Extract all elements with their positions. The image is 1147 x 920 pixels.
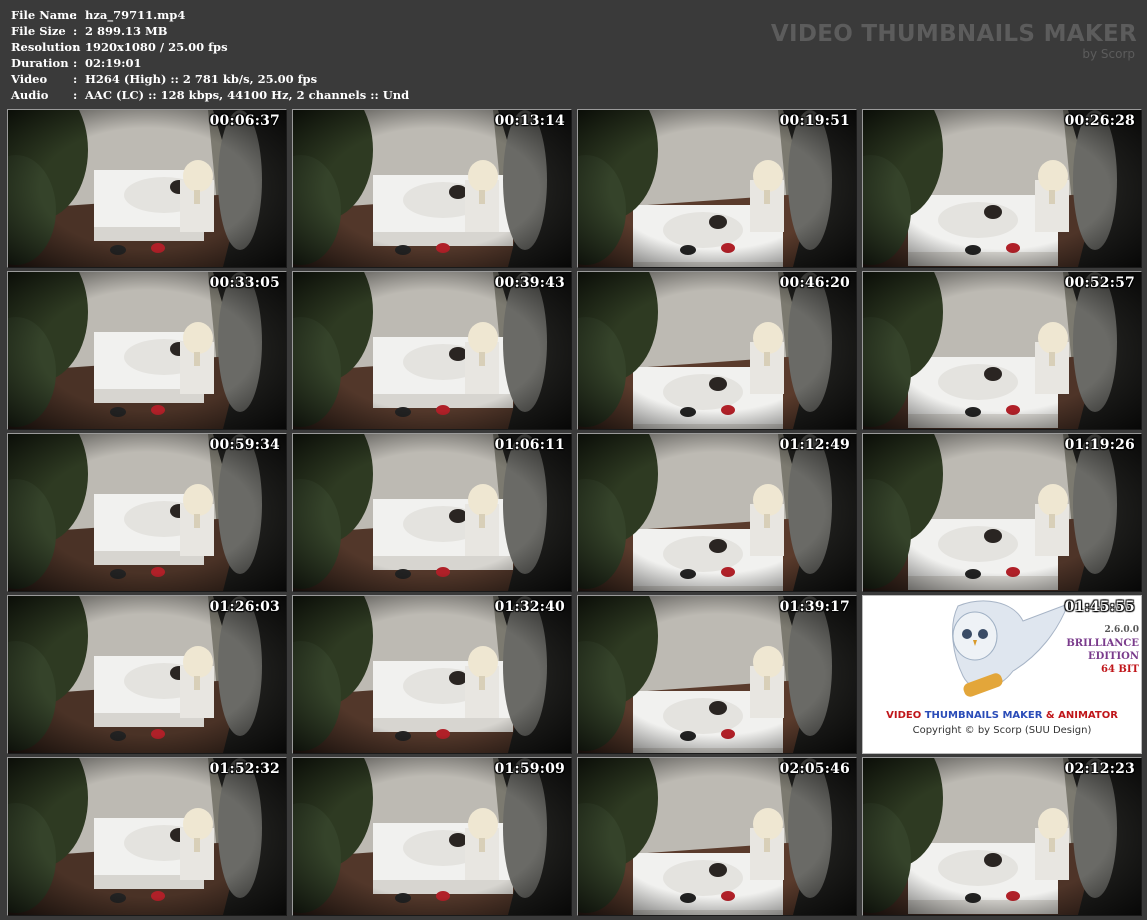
thumbnail-timestamp: 00:13:14	[494, 113, 565, 129]
thumbnail-scene	[8, 272, 286, 429]
thumbnail-scene	[578, 596, 856, 753]
thumbnail-scene	[863, 434, 1141, 591]
thumbnail-scene	[578, 758, 856, 915]
video-thumbnail: 00:26:28	[862, 109, 1142, 268]
product-name: VIDEO THUMBNAILS MAKER & ANIMATOR	[863, 710, 1141, 721]
edition-line3: 64 BIT	[1101, 664, 1139, 675]
video-thumbnail: 00:52:57	[862, 271, 1142, 430]
thumbnail-timestamp: 02:05:46	[779, 761, 850, 777]
copyright-text: Copyright © by Scorp (SUU Design)	[912, 725, 1092, 736]
thumbnail-scene	[293, 272, 571, 429]
thumbnail-timestamp: 00:33:05	[209, 275, 280, 291]
thumbnail-timestamp: 01:19:26	[1064, 437, 1135, 453]
video-thumbnail: 00:39:43	[292, 271, 572, 430]
thumbnail-scene	[293, 758, 571, 915]
video-thumbnail: 01:26:03	[7, 595, 287, 754]
thumbnail-scene	[8, 434, 286, 591]
thumbnail-scene	[578, 272, 856, 429]
thumbnail-timestamp: 01:52:32	[209, 761, 280, 777]
video-thumbnail: 01:59:09	[292, 757, 572, 916]
thumbnail-timestamp: 00:19:51	[779, 113, 850, 129]
thumbnail-timestamp: 00:52:57	[1064, 275, 1135, 291]
video-thumbnail: 02:05:46	[577, 757, 857, 916]
thumbnail-scene	[863, 272, 1141, 429]
thumbnail-timestamp: 00:06:37	[209, 113, 280, 129]
thumbnail-grid: 00:06:37 00:13:14 00:19:51 00:26:28 00:33:05…	[0, 0, 1147, 920]
video-thumbnail: 00:59:34	[7, 433, 287, 592]
thumbnail-scene	[8, 758, 286, 915]
video-thumbnail: 00:19:51	[577, 109, 857, 268]
edition-line2: EDITION	[1088, 651, 1139, 662]
video-thumbnail: 01:32:40	[292, 595, 572, 754]
thumbnail-timestamp: 01:06:11	[494, 437, 565, 453]
thumbnail-timestamp: 00:26:28	[1064, 113, 1135, 129]
video-thumbnail: 00:06:37	[7, 109, 287, 268]
thumbnail-scene	[578, 434, 856, 591]
thumbnail-scene	[863, 758, 1141, 915]
product-name-part1: VIDEO	[886, 710, 922, 721]
thumbnail-timestamp: 01:32:40	[494, 599, 565, 615]
edition-line1: BRILLIANCE	[1066, 638, 1139, 649]
product-name-part2: THUMBNAILS MAKER	[924, 710, 1043, 721]
thumbnail-scene	[578, 110, 856, 267]
thumbnail-scene	[8, 596, 286, 753]
thumbnail-scene	[863, 110, 1141, 267]
video-thumbnail: 02:12:23	[862, 757, 1142, 916]
thumbnail-timestamp: 01:39:17	[779, 599, 850, 615]
thumbnail-scene	[293, 596, 571, 753]
thumbnail-scene	[293, 110, 571, 267]
thumbnail-timestamp: 01:45:55	[1064, 599, 1135, 615]
thumbnail-scene	[293, 434, 571, 591]
thumbnail-timestamp: 01:59:09	[494, 761, 565, 777]
video-thumbnail: 00:33:05	[7, 271, 287, 430]
thumbnail-timestamp: 01:26:03	[209, 599, 280, 615]
app-logo-tile: 2.6.0.0 BRILLIANCE EDITION 64 BIT VIDEO THUM…	[862, 595, 1142, 754]
video-thumbnail: 01:39:17	[577, 595, 857, 754]
video-thumbnail: 00:13:14	[292, 109, 572, 268]
video-thumbnail: 01:19:26	[862, 433, 1142, 592]
edition-version: 2.6.0.0	[1104, 625, 1139, 635]
thumbnail-timestamp: 01:12:49	[779, 437, 850, 453]
thumbnail-timestamp: 00:46:20	[779, 275, 850, 291]
product-name-part3: & ANIMATOR	[1045, 710, 1118, 721]
video-thumbnail: 00:46:20	[577, 271, 857, 430]
thumbnail-timestamp: 00:39:43	[494, 275, 565, 291]
edition-block: 2.6.0.0 BRILLIANCE EDITION 64 BIT	[1066, 624, 1139, 676]
thumbnail-timestamp: 00:59:34	[209, 437, 280, 453]
thumbnail-timestamp: 02:12:23	[1064, 761, 1135, 777]
video-thumbnail: 01:06:11	[292, 433, 572, 592]
video-thumbnail: 01:52:32	[7, 757, 287, 916]
thumbnail-scene	[8, 110, 286, 267]
video-thumbnail: 01:12:49	[577, 433, 857, 592]
